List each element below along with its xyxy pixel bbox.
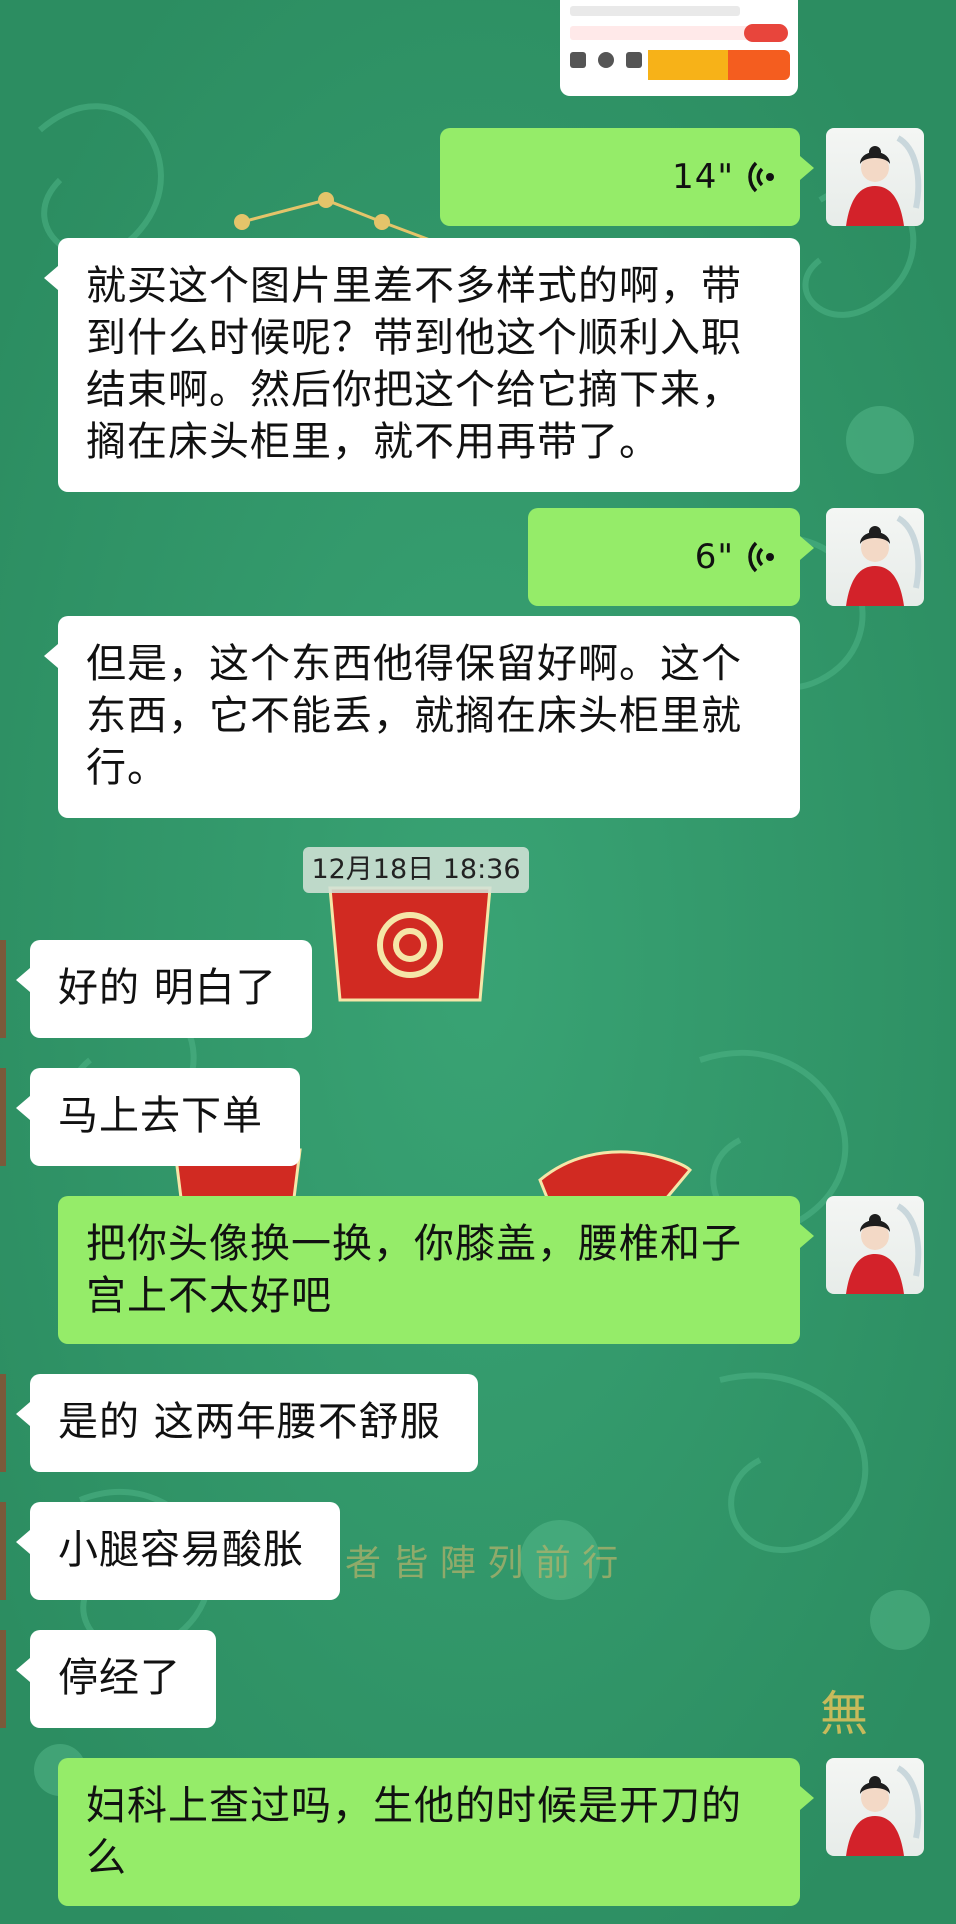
watermark-text: 者 皆 陣 列 前 行 bbox=[345, 1543, 618, 1584]
timestamp-label: 12月18日 18:36 bbox=[303, 847, 529, 893]
message-bubble: 停经了 bbox=[16, 1630, 216, 1728]
message-bubble: 就买这个图片里差不多样式的啊，带 到什么时候呢？带到他这个顺利入职 结束啊。然后… bbox=[44, 238, 800, 492]
message-bubble: 好的 明白了 bbox=[16, 940, 312, 1038]
contact-avatar[interactable] bbox=[0, 1068, 6, 1166]
contact-avatar[interactable] bbox=[0, 1630, 6, 1728]
message-bubble: 是的 这两年腰不舒服 bbox=[16, 1374, 478, 1472]
shared-card-preview[interactable] bbox=[560, 0, 798, 96]
voice-wave-icon bbox=[748, 541, 774, 573]
message-bubble: 小腿容易酸胀 bbox=[16, 1502, 340, 1600]
my-avatar[interactable] bbox=[826, 128, 924, 226]
card-icons bbox=[570, 52, 650, 74]
corner-text: 無 bbox=[820, 1686, 868, 1742]
my-avatar[interactable] bbox=[826, 508, 924, 606]
avatar-image bbox=[846, 1203, 922, 1294]
avatar-image bbox=[846, 1765, 922, 1856]
voice-wave-icon bbox=[748, 161, 774, 193]
my-avatar[interactable] bbox=[826, 1196, 924, 1294]
contact-avatar[interactable] bbox=[0, 1502, 6, 1600]
message-bubble: 但是，这个东西他得保留好啊。这个 东西，它不能丢，就搁在床头柜里就 行。 bbox=[44, 616, 800, 818]
message-bubble: 妇科上查过吗，生他的时候是开刀的 么 bbox=[58, 1758, 814, 1906]
card-button-left bbox=[648, 50, 728, 80]
voice-duration: 6" bbox=[694, 537, 734, 577]
avatar-image bbox=[846, 135, 922, 226]
my-avatar[interactable] bbox=[826, 1758, 924, 1856]
message-bubble: 马上去下单 bbox=[16, 1068, 300, 1166]
voice-message[interactable]: 14" bbox=[440, 128, 814, 226]
avatar-image bbox=[846, 515, 922, 606]
contact-avatar[interactable] bbox=[0, 1374, 6, 1472]
voice-duration: 14" bbox=[672, 157, 734, 197]
voice-message[interactable]: 6" bbox=[528, 508, 814, 606]
message-bubble: 把你头像换一换，你膝盖，腰椎和子 宫上不太好吧 bbox=[58, 1196, 814, 1344]
card-button-right bbox=[728, 50, 790, 80]
contact-avatar[interactable] bbox=[0, 940, 6, 1038]
